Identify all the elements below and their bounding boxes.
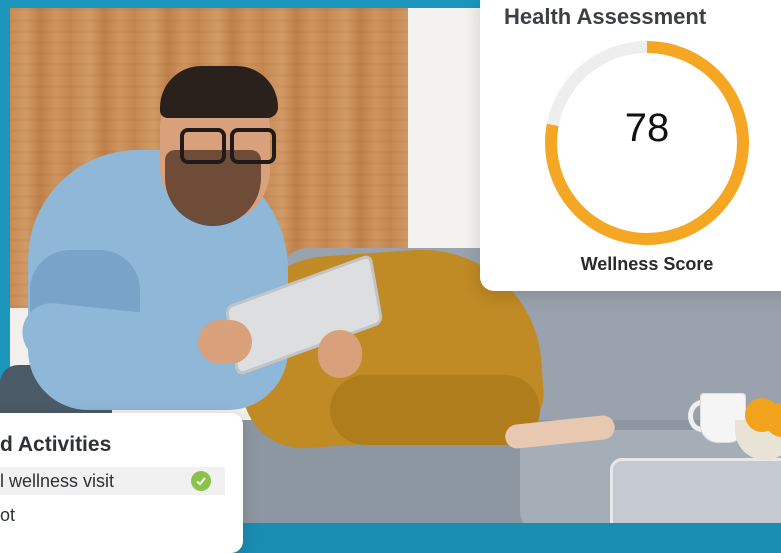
person-hand	[318, 330, 362, 378]
person-hand	[198, 320, 252, 364]
activity-item[interactable]: ot	[0, 501, 225, 529]
side-table	[610, 458, 781, 523]
health-assessment-card: Health Assessment 78 Wellness Score	[480, 0, 781, 291]
checkmark-icon	[191, 471, 211, 491]
card-title: Health Assessment	[504, 4, 707, 29]
person-hair	[160, 66, 278, 118]
activity-label: ot	[0, 504, 16, 525]
activities-card: d Activities l wellness visit ot	[0, 413, 243, 553]
wellness-score-value: 78	[624, 106, 670, 150]
activity-item[interactable]: l wellness visit	[0, 467, 225, 495]
wellness-score-label: Wellness Score	[580, 254, 714, 274]
glasses	[180, 128, 276, 164]
activity-label: l wellness visit	[0, 470, 115, 491]
activities-title: d Activities	[0, 433, 112, 456]
